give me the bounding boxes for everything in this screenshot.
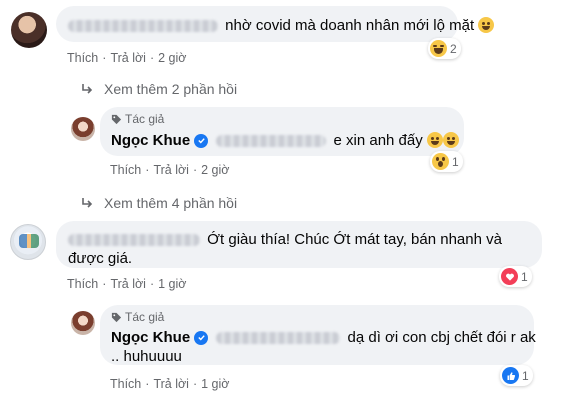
comment-text-line-2: .. huhuuuu bbox=[111, 348, 182, 365]
reaction-count: 1 bbox=[452, 154, 459, 169]
comment-text-row: Ngọc Khue dạ dì ơi con cbj chết đói r ak bbox=[111, 328, 536, 347]
timestamp[interactable]: 1 giờ bbox=[201, 377, 229, 391]
comment-text-row: nhờ covid mà doanh nhân mới lộ mặt bbox=[68, 16, 495, 35]
reaction-summary[interactable]: 1 bbox=[499, 266, 532, 287]
like-link[interactable]: Thích bbox=[67, 277, 98, 291]
reply-link[interactable]: Trả lời bbox=[153, 163, 189, 177]
smile-emoji-icon bbox=[478, 17, 495, 33]
reply-arrow-icon bbox=[82, 198, 93, 208]
author-badge: Tác giả bbox=[111, 310, 164, 324]
reply-arrow-icon bbox=[82, 84, 93, 94]
reply-link[interactable]: Trả lời bbox=[153, 377, 189, 391]
view-more-label[interactable]: Xem thêm 2 phần hồi bbox=[104, 81, 237, 97]
reaction-summary[interactable]: 1 bbox=[500, 365, 533, 386]
blurred-name bbox=[68, 20, 218, 33]
author-badge: Tác giả bbox=[111, 112, 164, 126]
comment-actions: Thích · Trả lời · 2 giờ bbox=[110, 163, 230, 177]
reaction-count: 2 bbox=[450, 41, 457, 56]
verified-icon bbox=[194, 330, 209, 345]
comment-text: e xin anh đấy bbox=[333, 132, 423, 149]
comment-text-row: Ớt giàu thía! Chúc Ớt mát tay, bán nhanh… bbox=[68, 230, 502, 249]
comment-actions: Thích · Trả lời · 1 giờ bbox=[67, 277, 187, 291]
grin-emoji-icon bbox=[442, 132, 459, 148]
reaction-summary[interactable]: 2 bbox=[428, 38, 461, 59]
commenter-avatar[interactable] bbox=[10, 224, 46, 260]
comment-text: nhờ covid mà doanh nhân mới lộ mặt bbox=[225, 17, 475, 34]
comment-actions: Thích · Trả lời · 1 giờ bbox=[110, 377, 230, 391]
timestamp[interactable]: 2 giờ bbox=[201, 163, 229, 177]
like-link[interactable]: Thích bbox=[110, 163, 141, 177]
tag-icon bbox=[111, 114, 122, 124]
author-name[interactable]: Ngọc Khue bbox=[111, 328, 209, 347]
timestamp[interactable]: 2 giờ bbox=[158, 51, 186, 65]
comment-text-line-1: dạ dì ơi con cbj chết đói r ak bbox=[347, 329, 536, 346]
tag-icon bbox=[111, 312, 122, 322]
like-icon bbox=[502, 367, 519, 384]
author-name[interactable]: Ngọc Khue bbox=[111, 131, 209, 150]
view-more-replies[interactable]: Xem thêm 4 phần hồi bbox=[80, 195, 237, 211]
view-more-label[interactable]: Xem thêm 4 phần hồi bbox=[104, 195, 237, 211]
like-link[interactable]: Thích bbox=[110, 377, 141, 391]
blurred-name bbox=[216, 332, 341, 345]
reaction-count: 1 bbox=[522, 368, 529, 383]
love-icon bbox=[501, 268, 518, 285]
like-link[interactable]: Thích bbox=[67, 51, 98, 65]
timestamp[interactable]: 1 giờ bbox=[158, 277, 186, 291]
comment-actions: Thích · Trả lời · 2 giờ bbox=[67, 51, 187, 65]
page-logo bbox=[19, 234, 39, 248]
reaction-count: 1 bbox=[521, 269, 528, 284]
reaction-summary[interactable]: 1 bbox=[430, 151, 463, 172]
comment-text-line-1: Ớt giàu thía! Chúc Ớt mát tay, bán nhanh… bbox=[207, 231, 502, 248]
author-avatar[interactable] bbox=[71, 117, 95, 141]
blurred-name bbox=[216, 135, 327, 148]
blurred-name bbox=[68, 234, 200, 247]
reply-link[interactable]: Trả lời bbox=[110, 277, 146, 291]
comment-text-row: Ngọc Khue e xin anh đấy bbox=[111, 131, 459, 150]
view-more-replies[interactable]: Xem thêm 2 phần hồi bbox=[80, 81, 237, 97]
comment-text-line-2: được giá. bbox=[68, 250, 133, 267]
grin-emoji-icon bbox=[426, 132, 443, 148]
verified-icon bbox=[194, 133, 209, 148]
reply-link[interactable]: Trả lời bbox=[110, 51, 146, 65]
commenter-avatar[interactable] bbox=[11, 12, 47, 48]
haha-icon bbox=[430, 40, 447, 57]
wow-icon bbox=[432, 153, 449, 170]
author-avatar[interactable] bbox=[71, 311, 95, 335]
